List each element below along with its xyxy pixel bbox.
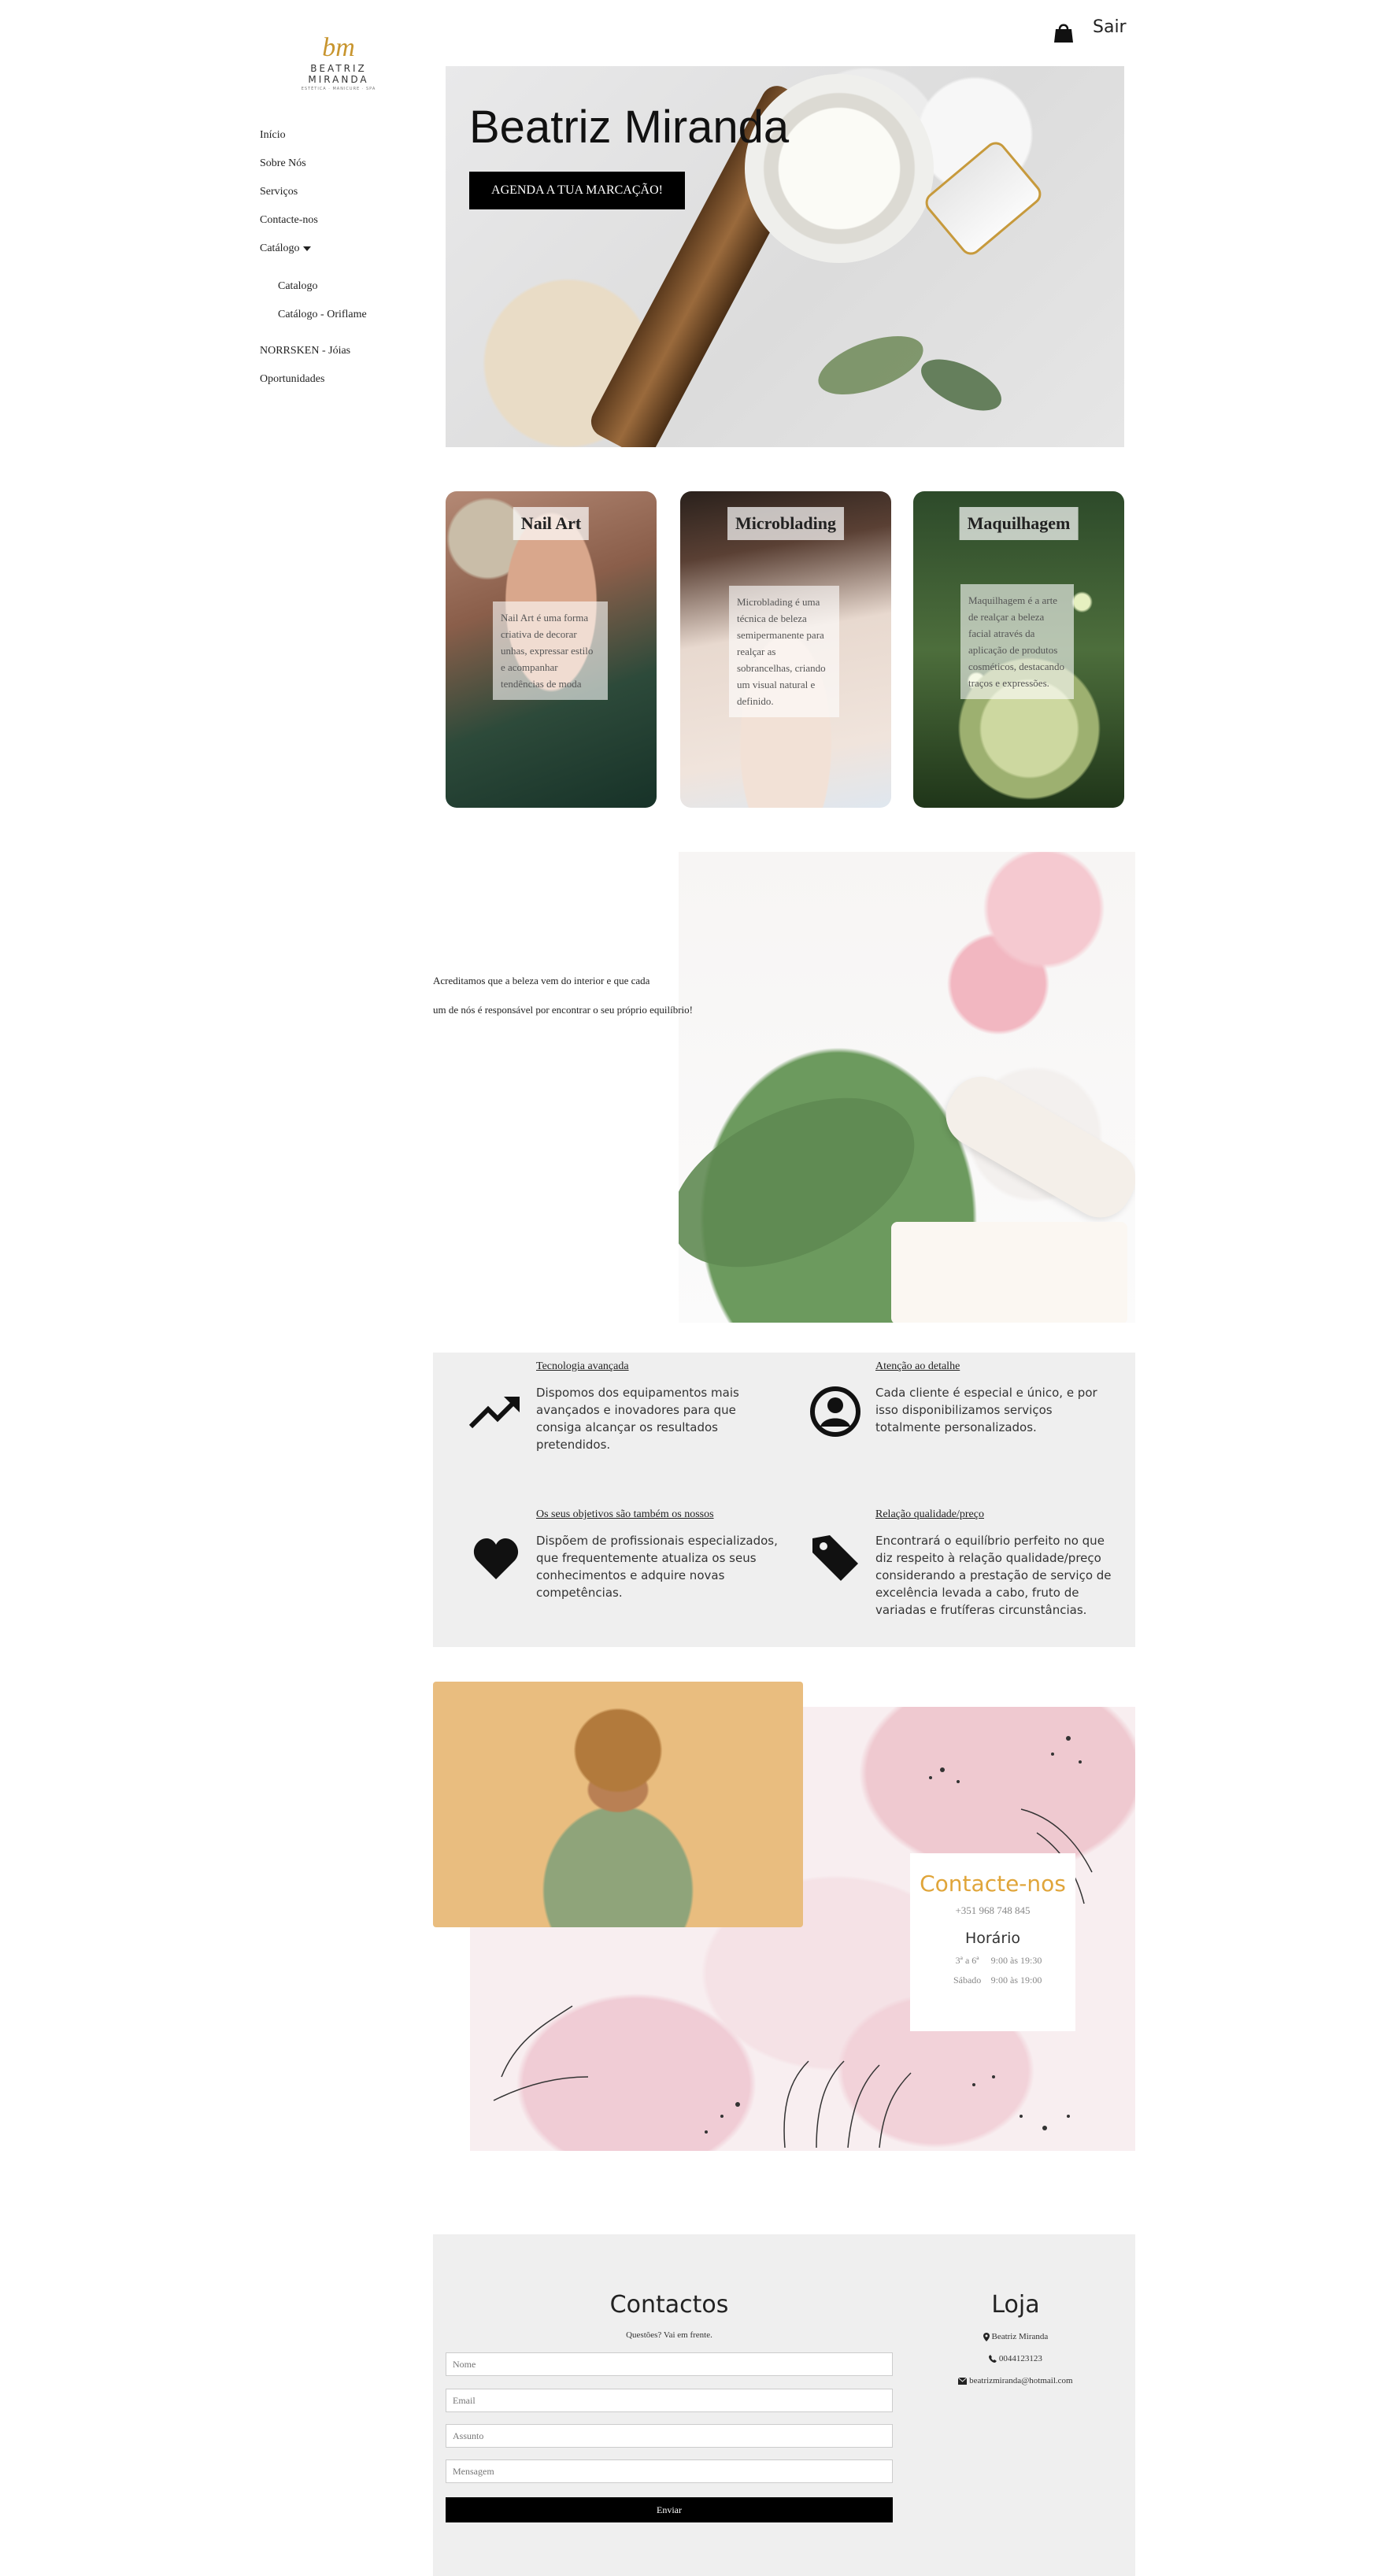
hero-leaf: [913, 349, 1009, 421]
nav-norrsken-joias[interactable]: NORRSKEN - Jóias: [260, 345, 350, 357]
store-name: Beatriz Miranda: [991, 2332, 1049, 2341]
nav-inicio[interactable]: Início: [260, 129, 286, 142]
nav-servicos[interactable]: Serviços: [260, 186, 298, 198]
features-panel: Tecnologia avançada Dispomos dos equipam…: [433, 1353, 1135, 1647]
service-title: Nail Art: [513, 507, 590, 540]
booking-button[interactable]: AGENDA A TUA MARCAÇÃO!: [469, 172, 685, 209]
service-title: Maquilhagem: [959, 507, 1079, 540]
caret-down-icon: [302, 246, 311, 251]
logo-subtitle: ESTÉTICA · MANICURE · SPA: [301, 87, 376, 91]
contact-section: Contactos Questões? Vai em frente. Envia…: [433, 2234, 1135, 2576]
smiling-woman-photo: [433, 1682, 803, 1927]
feature-text: Dispõem de profissionais especializados,…: [536, 1534, 778, 1600]
store-email-line: beatrizmiranda@hotmail.com: [897, 2376, 1134, 2385]
store-title: Loja: [991, 2291, 1040, 2319]
service-card-maquilhagem[interactable]: Maquilhagem Maquilhagem é a arte de real…: [913, 491, 1124, 808]
service-card-nail-art[interactable]: Nail Art Nail Art é uma forma criativa d…: [446, 491, 657, 808]
feature-text: Dispomos dos equipamentos mais avançados…: [536, 1386, 739, 1452]
hero-title: Beatriz Miranda: [469, 102, 790, 153]
logout-link[interactable]: Sair: [1093, 17, 1127, 37]
spa-soap: [891, 1222, 1127, 1323]
trending-up-icon: [468, 1393, 521, 1434]
feature-text: Cada cliente é especial e único, e por i…: [875, 1386, 1097, 1434]
brand-logo[interactable]: bm BEATRIZ MIRANDA ESTÉTICA · MANICURE ·…: [279, 33, 398, 92]
nav-sub-catalogo[interactable]: Catalogo: [278, 280, 318, 293]
store-name-line: Beatriz Miranda: [897, 2332, 1134, 2341]
shopping-bag-icon[interactable]: [1052, 20, 1075, 44]
service-description: Microblading é uma técnica de beleza sem…: [729, 586, 839, 717]
hours-title: Horário: [964, 1930, 1021, 1947]
logo-monogram: bm: [322, 33, 355, 62]
feature-title: Os seus objetivos são também os nossos: [536, 1508, 714, 1520]
service-description: Maquilhagem é a arte de realçar a beleza…: [960, 584, 1074, 699]
user-circle-icon: [809, 1386, 861, 1442]
store-phone[interactable]: 0044123123: [999, 2354, 1042, 2363]
service-description: Nail Art é uma forma criativa de decorar…: [493, 601, 608, 700]
hours-time: 9:00 às 19:30: [990, 1955, 1042, 1966]
nav-catalogo-dropdown[interactable]: Catálogo: [260, 242, 311, 255]
name-field[interactable]: [446, 2352, 893, 2376]
contact-phone[interactable]: +351 968 748 845: [910, 1904, 1075, 1917]
contact-form-title: Contactos: [609, 2291, 729, 2319]
hero-serum-bottle: [920, 137, 1046, 260]
nav-oportunidades[interactable]: Oportunidades: [260, 373, 324, 386]
spa-image: [679, 852, 1135, 1323]
hours-day: Sábado: [953, 1975, 982, 1986]
belief-text-line2: um de nós é responsável por encontrar o …: [433, 1004, 693, 1016]
store-email[interactable]: beatrizmiranda@hotmail.com: [969, 2376, 1072, 2385]
service-title: Microblading: [727, 507, 844, 540]
feature-text: Encontrará o equilíbrio perfeito no que …: [875, 1534, 1112, 1617]
nav-sub-catalogo-oriflame[interactable]: Catálogo - Oriflame: [278, 309, 367, 321]
belief-text-line1: Acreditamos que a beleza vem do interior…: [433, 975, 650, 986]
hero-leaf: [810, 324, 931, 407]
map-marker-icon: [983, 2332, 990, 2341]
feature-title: Relação qualidade/preço: [875, 1508, 984, 1520]
hours-day: 3ª a 6ª: [955, 1955, 979, 1966]
contact-card-title: Contacte-nos: [920, 1871, 1066, 1897]
spa-towel: [934, 1065, 1135, 1229]
hours-row: 3ª a 6ª 9:00 às 19:30: [910, 1955, 1075, 1967]
logo-name: BEATRIZ MIRANDA: [308, 63, 369, 85]
price-tag-icon: [809, 1532, 861, 1588]
send-button[interactable]: Enviar: [446, 2497, 893, 2522]
phone-icon: [989, 2355, 997, 2363]
service-card-microblading[interactable]: Microblading Microblading é uma técnica …: [680, 491, 891, 808]
contact-card: Contacte-nos +351 968 748 845 Horário 3ª…: [910, 1853, 1075, 2031]
heart-icon: [472, 1537, 520, 1585]
nav-contacte-nos[interactable]: Contacte-nos: [260, 214, 318, 227]
hours-row: Sábado 9:00 às 19:00: [910, 1975, 1075, 1986]
nav-sobre-nos[interactable]: Sobre Nós: [260, 157, 306, 170]
store-phone-line: 0044123123: [897, 2354, 1134, 2363]
contact-form-subtitle: Questões? Vai em frente.: [626, 2330, 712, 2340]
hours-time: 9:00 às 19:00: [990, 1975, 1042, 1986]
subject-field[interactable]: [446, 2424, 893, 2448]
feature-title: Tecnologia avançada: [536, 1360, 629, 1372]
feature-title: Atenção ao detalhe: [875, 1360, 960, 1372]
message-field[interactable]: [446, 2459, 893, 2483]
email-field[interactable]: [446, 2389, 893, 2412]
nav-catalogo-label: Catálogo: [260, 242, 300, 254]
envelope-icon: [958, 2377, 968, 2385]
